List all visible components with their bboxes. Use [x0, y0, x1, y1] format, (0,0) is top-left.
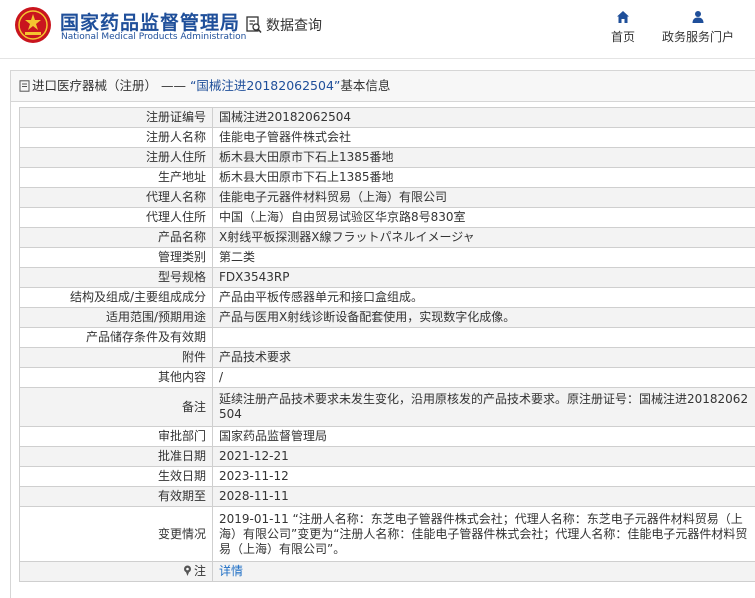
table-row: 适用范围/预期用途 产品与医用X射线诊断设备配套使用，实现数字化成像。	[20, 308, 755, 328]
row-label: 批准日期	[20, 447, 213, 467]
row-value: 栃木县大田原市下石上1385番地	[213, 168, 755, 188]
row-label: 代理人名称	[20, 188, 213, 208]
panel-title-prefix: 进口医疗器械（注册） ——	[32, 78, 190, 93]
row-value: 佳能电子管器件株式会社	[213, 128, 755, 148]
row-label: 管理类别	[20, 248, 213, 268]
site-header: 国家药品监督管理局 National Medical Products Admi…	[0, 0, 755, 59]
table-row: 结构及组成/主要组成成分 产品由平板传感器单元和接口盒组成。	[20, 288, 755, 308]
nav-home[interactable]: 首页	[606, 10, 640, 45]
table-row: 审批部门 国家药品监督管理局	[20, 427, 755, 447]
table-row: 注册人住所 栃木县大田原市下石上1385番地	[20, 148, 755, 168]
info-table: 注册证编号 国械注进20182062504 注册人名称 佳能电子管器件株式会社 …	[19, 107, 755, 582]
table-row: 注册证编号 国械注进20182062504	[20, 108, 755, 128]
row-label: 附件	[20, 348, 213, 368]
table-row: 生效日期 2023-11-12	[20, 467, 755, 487]
panel-title-highlight: “国械注进20182062504”	[190, 78, 340, 93]
table-row: 管理类别 第二类	[20, 248, 755, 268]
pin-icon	[183, 565, 192, 576]
row-value: 2021-12-21	[213, 447, 755, 467]
table-row: 注册人名称 佳能电子管器件株式会社	[20, 128, 755, 148]
table-row: 其他内容 /	[20, 368, 755, 388]
row-value: 2019-01-11 “注册人名称：东芝电子管器件株式会社；代理人名称：东芝电子…	[213, 507, 755, 562]
row-value: FDX3543RP	[213, 268, 755, 288]
site-title[interactable]: 国家药品监督管理局	[60, 8, 240, 35]
table-row: 代理人名称 佳能电子元器件材料贸易（上海）有限公司	[20, 188, 755, 208]
panel-title: 进口医疗器械（注册） —— “国械注进20182062504”基本信息	[11, 71, 755, 102]
table-row: 型号规格 FDX3543RP	[20, 268, 755, 288]
row-value: X射线平板探测器X線フラットパネルイメージャ	[213, 228, 755, 248]
note-value-cell: 详情	[213, 562, 755, 582]
row-label: 代理人住所	[20, 208, 213, 228]
row-value: 栃木县大田原市下石上1385番地	[213, 148, 755, 168]
document-icon	[19, 80, 30, 92]
row-label: 生效日期	[20, 467, 213, 487]
row-label: 型号规格	[20, 268, 213, 288]
table-row: 代理人住所 中国（上海）自由贸易试验区华京路8号830室	[20, 208, 755, 228]
row-label: 注册人住所	[20, 148, 213, 168]
nav-service-label: 政务服务门户	[662, 30, 734, 44]
row-value	[213, 328, 755, 348]
row-label: 适用范围/预期用途	[20, 308, 213, 328]
row-label: 注册人名称	[20, 128, 213, 148]
table-row: 产品储存条件及有效期	[20, 328, 755, 348]
row-label: 结构及组成/主要组成成分	[20, 288, 213, 308]
row-label: 产品名称	[20, 228, 213, 248]
row-value: 产品与医用X射线诊断设备配套使用，实现数字化成像。	[213, 308, 755, 328]
table-row: 附件 产品技术要求	[20, 348, 755, 368]
row-value: 产品技术要求	[213, 348, 755, 368]
home-icon	[616, 10, 630, 24]
data-query-label: 数据查询	[266, 15, 322, 35]
national-emblem-icon	[14, 6, 52, 44]
row-value: 第二类	[213, 248, 755, 268]
row-value: 国械注进20182062504	[213, 108, 755, 128]
row-label: 其他内容	[20, 368, 213, 388]
table-row: 有效期至 2028-11-11	[20, 487, 755, 507]
row-value: 产品由平板传感器单元和接口盒组成。	[213, 288, 755, 308]
row-value: 2028-11-11	[213, 487, 755, 507]
row-label: 备注	[20, 388, 213, 427]
table-row-note: 注 详情	[20, 562, 755, 582]
row-label: 生产地址	[20, 168, 213, 188]
row-label: 注册证编号	[20, 108, 213, 128]
note-label: 注	[194, 564, 206, 578]
data-query-link[interactable]: 数据查询	[246, 14, 322, 36]
device-info-panel: 进口医疗器械（注册） —— “国械注进20182062504”基本信息 注册证编…	[10, 70, 755, 598]
document-search-icon	[246, 16, 262, 34]
table-row: 生产地址 栃木县大田原市下石上1385番地	[20, 168, 755, 188]
row-label: 变更情况	[20, 507, 213, 562]
table-row: 备注 延续注册产品技术要求未发生变化，沿用原核发的产品技术要求。原注册证号：国械…	[20, 388, 755, 427]
user-icon	[691, 10, 705, 24]
note-label-cell: 注	[20, 562, 213, 582]
table-row: 批准日期 2021-12-21	[20, 447, 755, 467]
row-value: 延续注册产品技术要求未发生变化，沿用原核发的产品技术要求。原注册证号：国械注进2…	[213, 388, 755, 427]
table-row: 产品名称 X射线平板探测器X線フラットパネルイメージャ	[20, 228, 755, 248]
row-value: 佳能电子元器件材料贸易（上海）有限公司	[213, 188, 755, 208]
row-value: /	[213, 368, 755, 388]
row-label: 有效期至	[20, 487, 213, 507]
row-value: 国家药品监督管理局	[213, 427, 755, 447]
table-row: 变更情况 2019-01-11 “注册人名称：东芝电子管器件株式会社；代理人名称…	[20, 507, 755, 562]
nav-home-label: 首页	[611, 30, 635, 44]
row-label: 审批部门	[20, 427, 213, 447]
row-value: 中国（上海）自由贸易试验区华京路8号830室	[213, 208, 755, 228]
row-value: 2023-11-12	[213, 467, 755, 487]
row-label: 产品储存条件及有效期	[20, 328, 213, 348]
site-title-english: National Medical Products Administration	[61, 32, 246, 42]
panel-title-suffix: 基本信息	[340, 78, 390, 93]
nav-service-portal[interactable]: 政务服务门户	[658, 10, 738, 45]
details-link[interactable]: 详情	[219, 564, 243, 578]
